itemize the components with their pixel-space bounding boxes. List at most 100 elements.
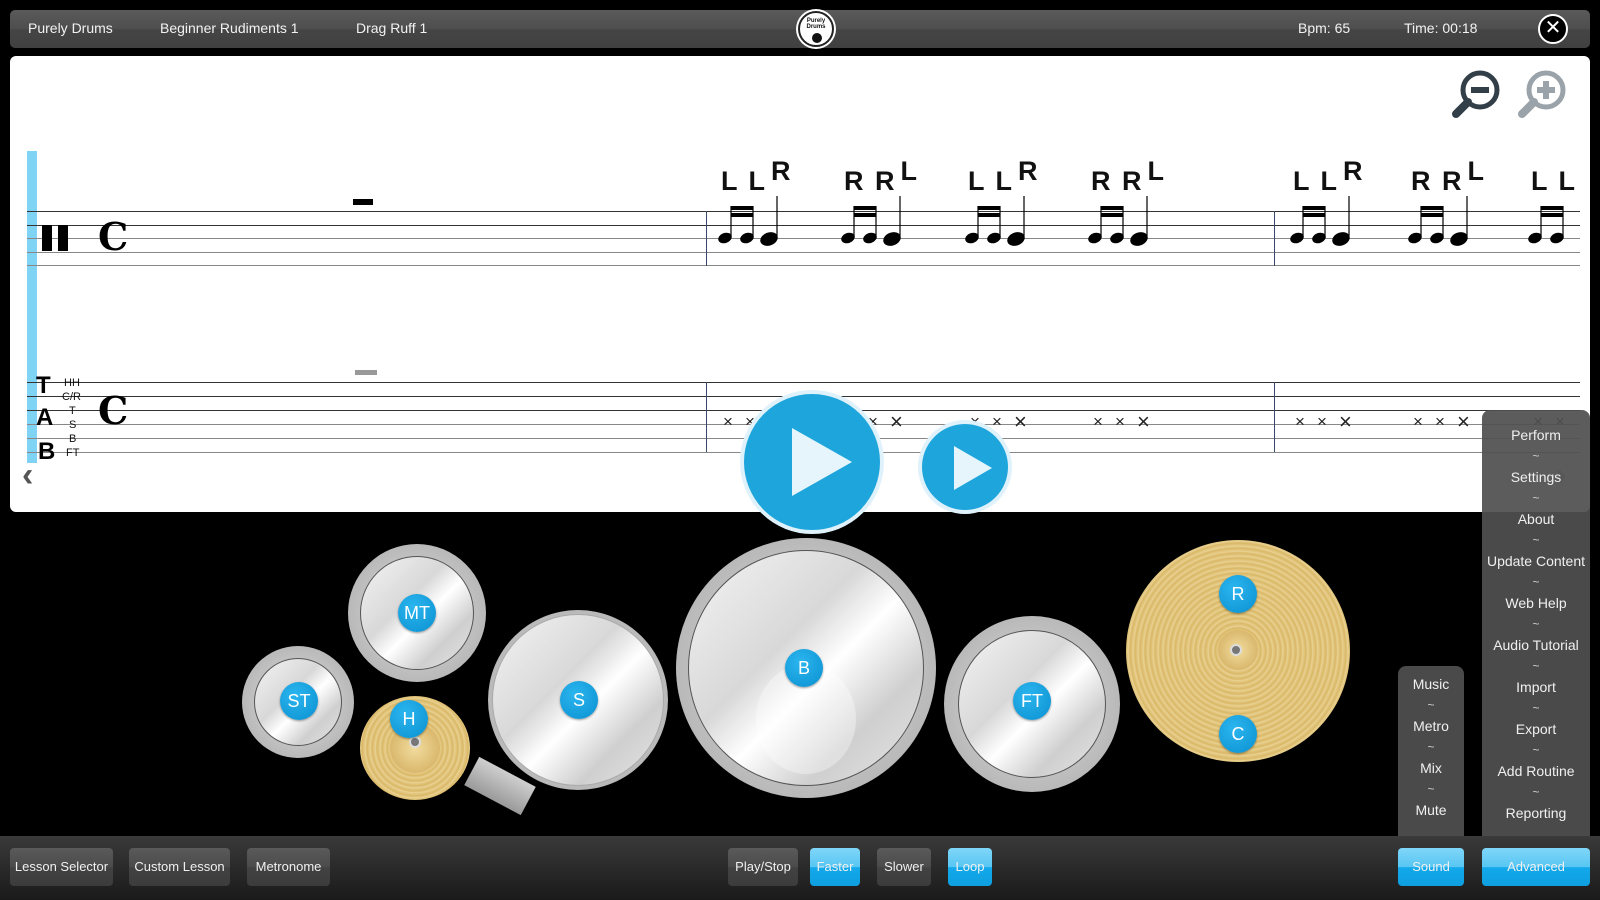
tab-hit-mark: × [1435,412,1445,431]
play-icon [792,428,852,496]
lesson-name[interactable]: Drag Ruff 1 [356,20,427,36]
note-group [1528,206,1564,244]
menu-separator: ~ [1427,782,1435,796]
tab-rest [355,370,377,375]
top-bar: Purely Drums Beginner Rudiments 1 Drag R… [10,10,1590,48]
pad-small-tom[interactable]: ST [280,682,318,720]
zoom-in-button[interactable] [1516,68,1570,122]
advanced-menu-reporting[interactable]: Reporting [1482,803,1590,824]
staff-line [27,252,1580,253]
tab-line [27,382,1580,383]
tab-instrument-cr: C/R [62,391,81,403]
time-readout: Time: 00:18 [1404,20,1478,36]
custom-lesson-button[interactable]: Custom Lesson [129,848,230,886]
tab-instrument-t: T [69,405,76,417]
note-group [1408,196,1468,246]
app-name: Purely Drums [28,20,113,36]
lesson-group[interactable]: Beginner Rudiments 1 [160,20,299,36]
advanced-menu-import[interactable]: Import [1482,677,1590,698]
staff-line [27,265,1580,266]
advanced-menu-add-routine[interactable]: Add Routine [1482,761,1590,782]
menu-separator: ~ [1532,617,1540,631]
zoom-out-icon [1452,70,1500,118]
sound-menu-metro[interactable]: Metro [1398,716,1464,737]
menu-separator: ~ [1532,701,1540,715]
cymbal-screw-icon [1230,644,1242,656]
time-signature: C [98,214,129,259]
advanced-menu-about[interactable]: About [1482,509,1590,530]
sound-menu-music[interactable]: Music [1398,674,1464,695]
tab-letter-b: B [38,438,56,465]
tab-instrument-b: B [69,433,77,445]
metronome-button[interactable]: Metronome [247,848,330,886]
bottom-toolbar: Lesson Selector Custom Lesson Metronome … [0,836,1600,900]
pad-snare[interactable]: S [560,681,598,719]
lesson-selector-button[interactable]: Lesson Selector [10,848,113,886]
pad-crash[interactable]: C [1219,715,1257,753]
note-group [841,196,901,246]
pad-mid-tom[interactable]: MT [398,594,436,632]
purely-drums-logo: Purely Drums [798,11,834,47]
menu-separator: ~ [1532,743,1540,757]
menu-separator: ~ [1532,491,1540,505]
tab-instrument-hh: HH [64,377,80,389]
advanced-menu-web-help[interactable]: Web Help [1482,593,1590,614]
pad-floor-tom[interactable]: FT [1013,682,1051,720]
sound-menu-mute[interactable]: Mute [1398,800,1464,821]
play-icon [954,446,992,490]
pad-hi-hat[interactable]: H [390,700,428,738]
note-group [718,196,778,246]
faster-button[interactable]: Faster [810,848,860,886]
zoom-out-button[interactable] [1450,68,1504,122]
menu-separator: ~ [1532,575,1540,589]
menu-separator: ~ [1532,533,1540,547]
note-group [1088,196,1148,246]
advanced-menu-update-content[interactable]: Update Content [1482,551,1590,572]
menu-separator: ~ [1532,449,1540,463]
advanced-menu-perform[interactable]: Perform [1482,425,1590,446]
percussion-clef-bar [42,225,52,251]
tab-hit-mark: × [1457,409,1470,434]
tab-hit-mark: × [1115,412,1125,431]
bar-line [1274,211,1275,266]
sound-menu-mix[interactable]: Mix [1398,758,1464,779]
tab-hit-mark: × [1339,409,1352,434]
tab-instrument-s: S [69,419,77,431]
advanced-menu-audio-tutorial[interactable]: Audio Tutorial [1482,635,1590,656]
play-stop-button[interactable]: Play/Stop [728,848,798,886]
bpm-readout: Bpm: 65 [1298,20,1351,36]
tab-letter-a: A [36,404,54,431]
note-group [965,196,1025,246]
prev-page-arrow[interactable]: ‹ [22,456,33,495]
whole-rest [353,199,373,205]
bar-line [706,211,707,266]
tab-hit-mark: × [723,412,733,431]
bar-line [706,382,707,452]
menu-separator: ~ [1532,785,1540,799]
logo-text: Purely Drums [806,18,826,30]
tab-time-signature: C [98,388,129,433]
tab-hit-mark: × [1014,409,1027,434]
play-button-small[interactable] [918,420,1012,514]
advanced-menu-settings[interactable]: Settings [1482,467,1590,488]
pad-bass[interactable]: B [785,649,823,687]
note-group [1290,196,1350,246]
logo-dot-icon [812,33,822,43]
bar-line [1274,382,1275,452]
loop-button[interactable]: Loop [948,848,992,886]
tab-hit-mark: × [1317,412,1327,431]
percussion-clef-bar [58,225,68,251]
advanced-menu: Perform ~ Settings ~ About ~ Update Cont… [1482,410,1590,844]
advanced-button[interactable]: Advanced [1482,848,1590,886]
slower-button[interactable]: Slower [877,848,931,886]
pad-ride[interactable]: R [1219,575,1257,613]
advanced-menu-export[interactable]: Export [1482,719,1590,740]
zoom-in-icon [1518,70,1566,118]
close-icon: ✕ [1544,17,1562,39]
sound-button[interactable]: Sound [1398,848,1464,886]
play-button-large[interactable] [740,390,884,534]
sound-menu: Music ~ Metro ~ Mix ~ Mute [1398,666,1464,844]
close-button[interactable]: ✕ [1538,14,1568,44]
menu-separator: ~ [1427,740,1435,754]
tab-letter-t: T [36,372,51,399]
